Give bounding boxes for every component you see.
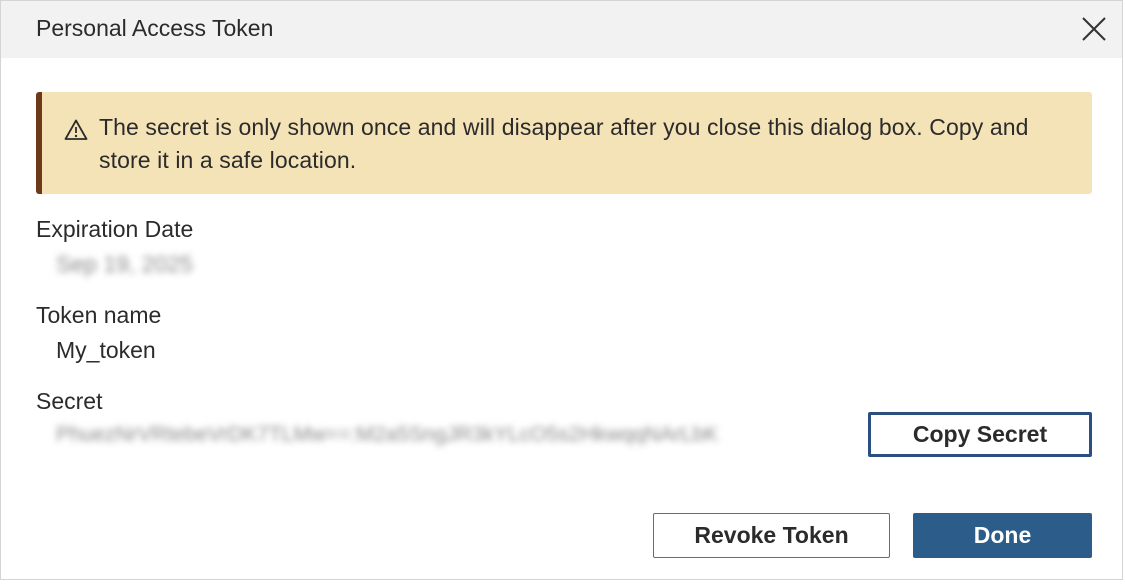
expiration-date-value: Sep 19, 2025 <box>56 251 193 277</box>
dialog-title: Personal Access Token <box>36 15 274 41</box>
warning-triangle-icon <box>64 118 88 142</box>
personal-access-token-dialog: Personal Access Token The secret is only… <box>0 0 1123 580</box>
done-button[interactable]: Done <box>913 513 1092 558</box>
warning-banner: The secret is only shown once and will d… <box>36 92 1092 194</box>
secret-label: Secret <box>36 388 103 414</box>
close-icon[interactable] <box>1080 15 1108 43</box>
warning-message: The secret is only shown once and will d… <box>99 114 1029 173</box>
dialog-header: Personal Access Token <box>1 1 1122 58</box>
secret-value: PhuezNrVRtebeVrDK7TLMw==:M2a5SngJR3kYLcO… <box>56 423 719 446</box>
token-name-value: My_token <box>56 337 156 363</box>
copy-secret-button[interactable]: Copy Secret <box>868 412 1092 457</box>
revoke-token-button[interactable]: Revoke Token <box>653 513 890 558</box>
token-name-label: Token name <box>36 302 162 328</box>
expiration-date-label: Expiration Date <box>36 216 194 242</box>
